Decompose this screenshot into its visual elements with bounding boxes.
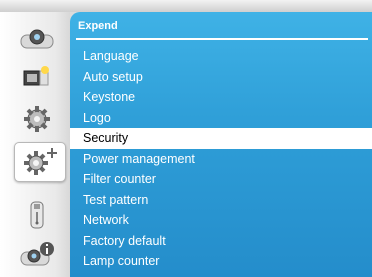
menu-item-lamp-counter[interactable]: Lamp counter — [70, 251, 372, 272]
menu-item-auto-setup[interactable]: Auto setup — [70, 67, 372, 88]
menu-item-security[interactable]: Security — [70, 128, 372, 149]
menu-item-network[interactable]: Network — [70, 210, 372, 231]
gear-icon[interactable] — [18, 104, 56, 134]
menu-item-filter-counter[interactable]: Filter counter — [70, 169, 372, 190]
projector-icon[interactable] — [18, 24, 56, 54]
expend-menu: Language Auto setup Keystone Logo Securi… — [70, 46, 372, 272]
title-divider — [76, 38, 368, 40]
sidebar — [0, 12, 70, 277]
osd-window: Expend Language Auto setup Keystone Logo… — [0, 0, 372, 277]
panel-title: Expend — [78, 20, 118, 32]
menu-item-power-management[interactable]: Power management — [70, 149, 372, 170]
usb-icon[interactable] — [18, 200, 56, 230]
menu-item-logo[interactable]: Logo — [70, 108, 372, 129]
image-adjust-icon[interactable] — [18, 62, 56, 92]
window-top-bar — [0, 0, 372, 12]
menu-item-factory-default[interactable]: Factory default — [70, 231, 372, 252]
menu-item-keystone[interactable]: Keystone — [70, 87, 372, 108]
gear-plus-icon[interactable] — [14, 142, 66, 182]
projector-info-icon[interactable] — [18, 240, 56, 270]
menu-item-test-pattern[interactable]: Test pattern — [70, 190, 372, 211]
expend-menu-panel: Expend Language Auto setup Keystone Logo… — [70, 12, 372, 277]
menu-item-language[interactable]: Language — [70, 46, 372, 67]
